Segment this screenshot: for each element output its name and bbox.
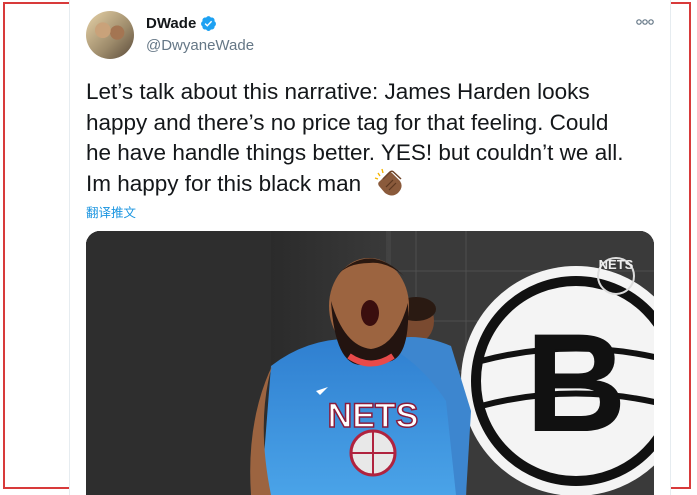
verified-badge-icon: [201, 16, 217, 31]
wall-logo-letter: B: [525, 304, 626, 461]
name-row: DWade: [146, 15, 217, 32]
display-name[interactable]: DWade: [146, 15, 196, 32]
clapping-hands-icon: [374, 168, 402, 196]
photo-scene: B NETS NETS: [86, 231, 654, 495]
tweet-media-photo[interactable]: B NETS NETS: [86, 231, 654, 495]
tweet-text: Let’s talk about this narrative: James H…: [86, 79, 624, 196]
user-handle[interactable]: @DwyaneWade: [146, 37, 254, 54]
avatar[interactable]: [86, 11, 134, 59]
svg-text:NETS: NETS: [599, 257, 634, 272]
more-options-icon[interactable]: [634, 14, 656, 30]
translate-tweet-link[interactable]: 翻译推文: [86, 202, 136, 221]
jersey-text: NETS: [328, 397, 419, 435]
